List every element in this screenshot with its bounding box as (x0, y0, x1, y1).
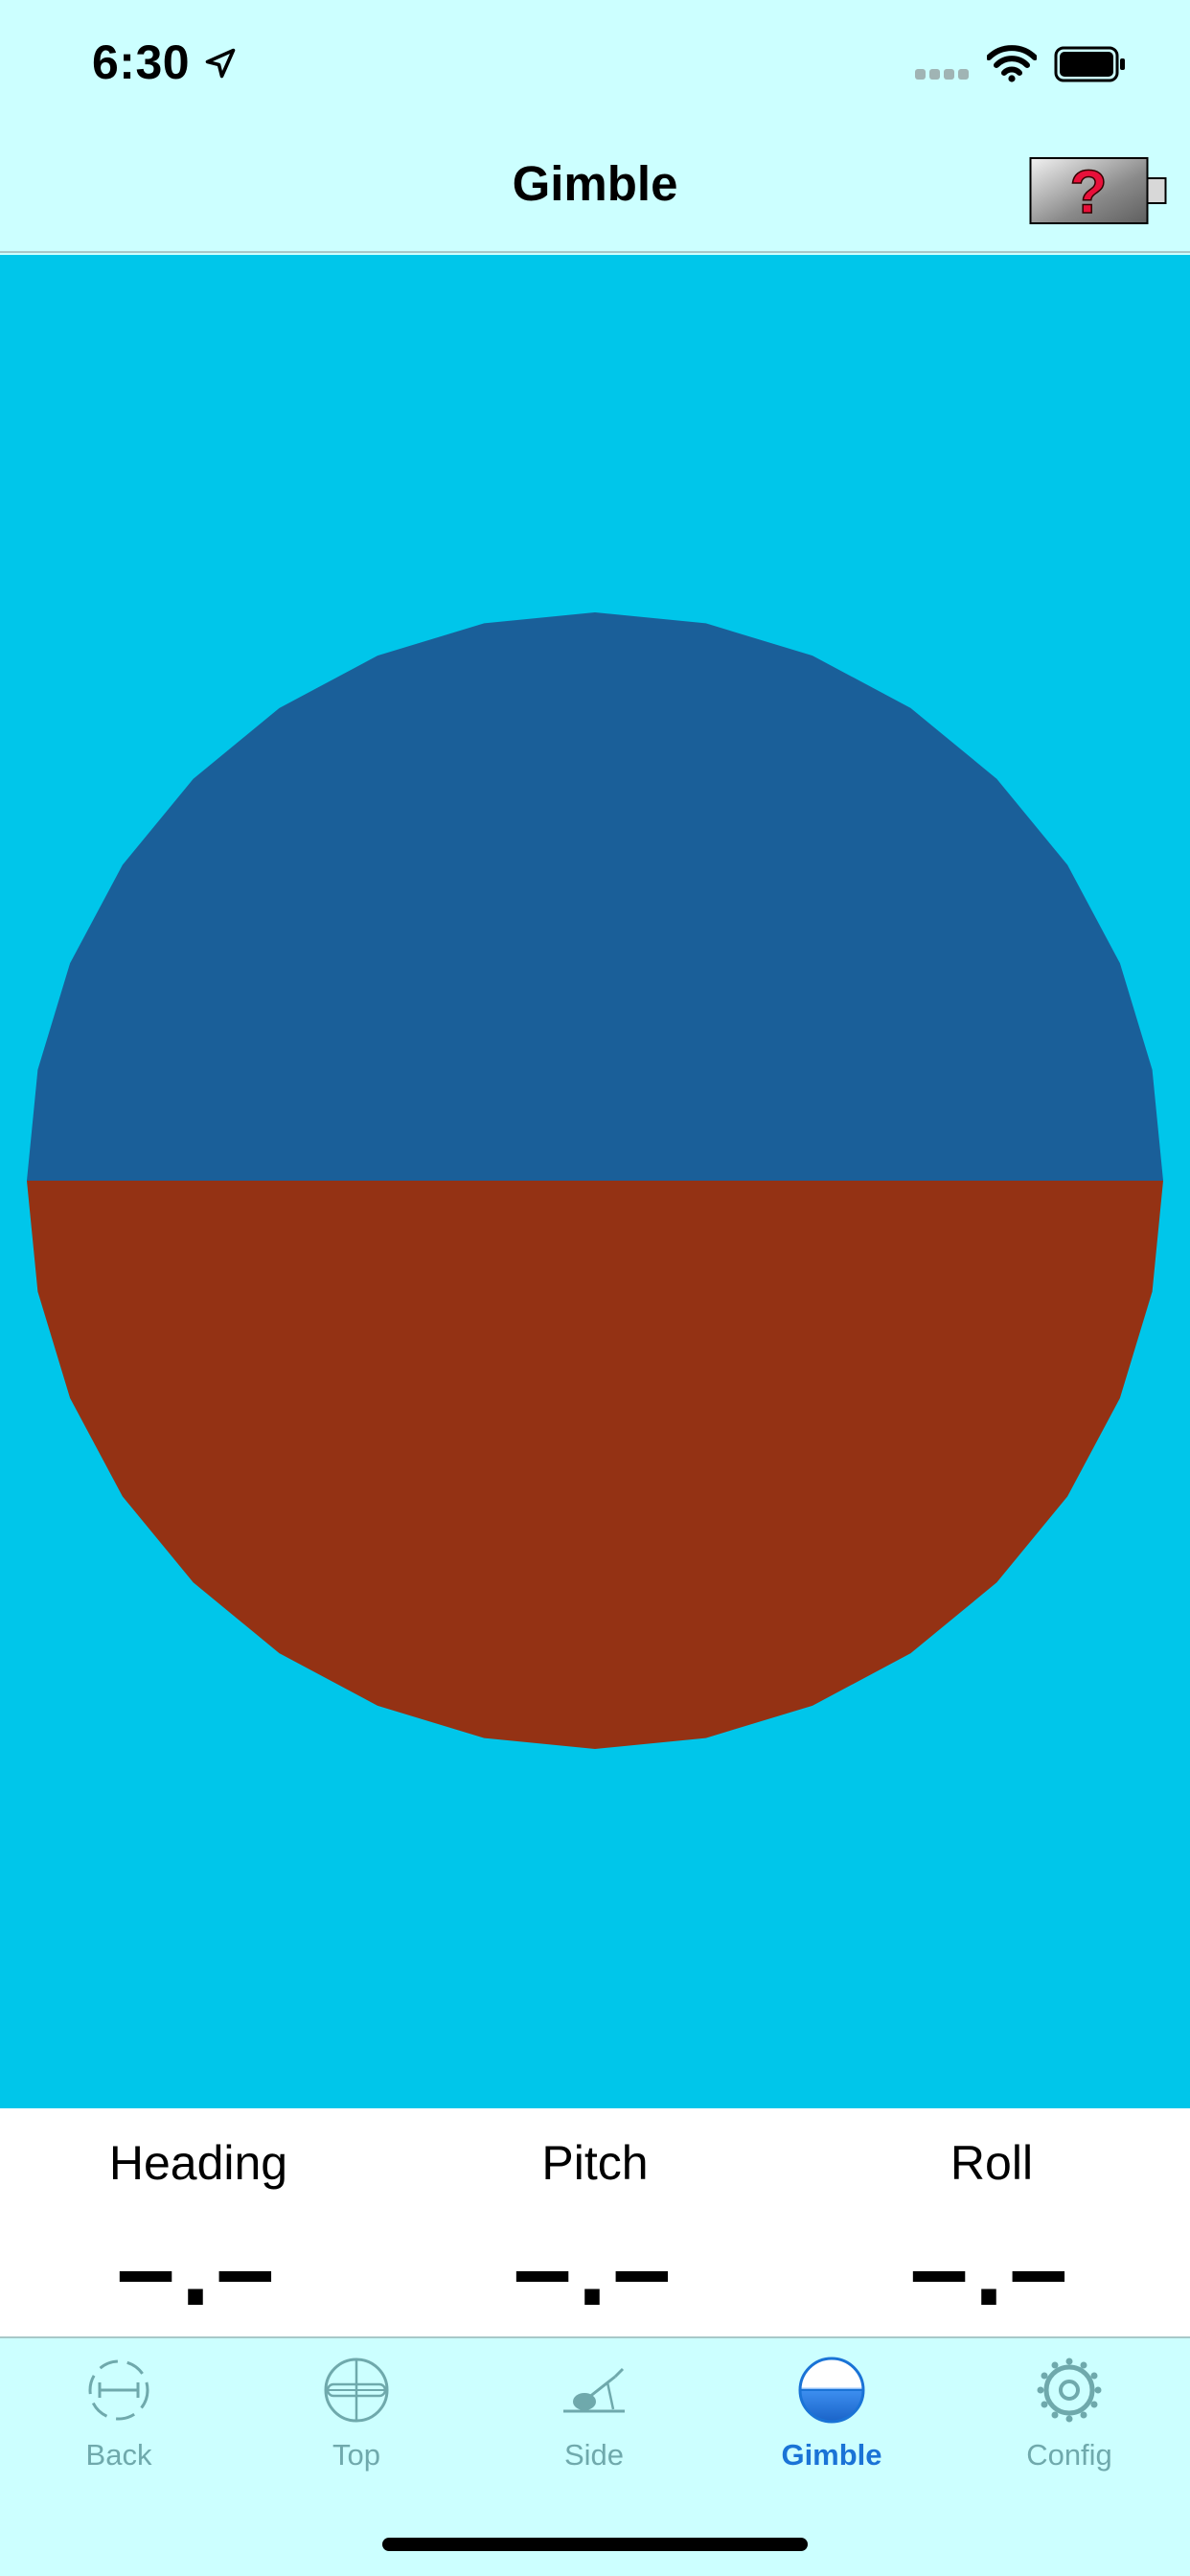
attitude-ground (27, 1181, 1163, 1749)
heading-readout: Heading –.– (0, 2108, 397, 2336)
pitch-label: Pitch (541, 2136, 649, 2190)
pitch-readout: Pitch –.– (397, 2108, 793, 2336)
status-time: 6:30 (92, 35, 191, 89)
cellular-signal-icon (915, 69, 969, 80)
tab-gimble-label: Gimble (781, 2438, 882, 2472)
pitch-value: –.– (513, 2210, 677, 2328)
tab-back-label: Back (85, 2438, 152, 2472)
attitude-sky (27, 612, 1163, 1181)
home-indicator (382, 2538, 808, 2551)
status-bar: 6:30 (0, 0, 1190, 126)
gear-icon (1037, 2358, 1102, 2423)
back-view-icon (88, 2359, 149, 2421)
wifi-icon (987, 45, 1037, 82)
battery-question-icon[interactable]: ? (1029, 155, 1169, 226)
tab-top[interactable]: Top (238, 2338, 475, 2501)
roll-label: Roll (950, 2136, 1034, 2190)
attitude-ball (27, 612, 1163, 1749)
gimble-attitude-view (0, 255, 1190, 2108)
tab-top-label: Top (332, 2438, 380, 2472)
tab-config[interactable]: Config (950, 2338, 1188, 2501)
gimble-icon (798, 2357, 865, 2424)
top-view-icon (324, 2358, 389, 2423)
roll-value: –.– (909, 2210, 1074, 2328)
tab-config-label: Config (1026, 2438, 1112, 2472)
tab-back[interactable]: Back (0, 2338, 238, 2501)
svg-text:?: ? (1069, 157, 1107, 226)
page-title: Gimble (512, 156, 678, 211)
heading-label: Heading (108, 2136, 288, 2190)
location-arrow-icon (205, 48, 236, 79)
navigation-bar: Gimble ? (0, 126, 1190, 253)
tab-gimble[interactable]: Gimble (713, 2338, 950, 2501)
roll-readout: Roll –.– (793, 2108, 1190, 2336)
tab-side[interactable]: Side (475, 2338, 713, 2501)
attitude-readouts: Heading –.– Pitch –.– Roll –.– (0, 2108, 1190, 2336)
battery-icon (1054, 46, 1125, 82)
tab-side-label: Side (563, 2438, 625, 2472)
side-view-icon (563, 2367, 625, 2413)
heading-value: –.– (116, 2210, 281, 2328)
